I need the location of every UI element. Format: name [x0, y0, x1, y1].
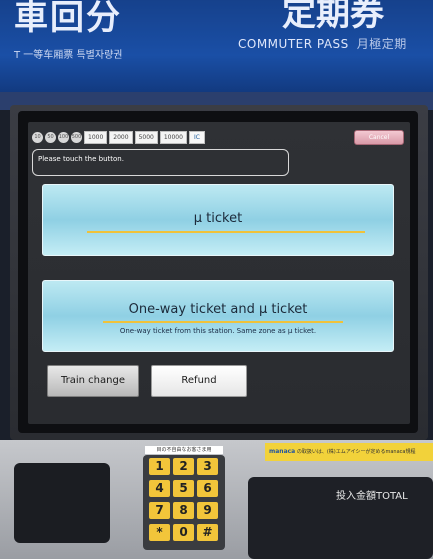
- keypad-label: 目の不自由なお客さま用: [145, 446, 223, 454]
- key-3[interactable]: 3: [197, 458, 218, 475]
- train-change-button[interactable]: Train change: [47, 365, 139, 397]
- sign-commuter-pass: COMMUTER PASS 月極定期: [238, 35, 407, 52]
- instruction-message: Please touch the button.: [32, 149, 289, 176]
- key-4[interactable]: 4: [149, 480, 170, 497]
- ic-card-badge: IC: [188, 131, 205, 144]
- accepted-payment-row: 10 50 100 500 1000 2000 5000 10000 IC: [32, 131, 205, 144]
- manaca-notice: manaca の取扱いは、(株)エムアイシーが定めるmanaca規程: [265, 443, 433, 461]
- key-6[interactable]: 6: [197, 480, 218, 497]
- sign-title-right: 定期券: [282, 0, 384, 34]
- bill-1000: 1000: [84, 131, 108, 144]
- mu-ticket-underline: [87, 231, 365, 233]
- sign-title-left: 車回分: [14, 0, 122, 38]
- bill-10000: 10000: [159, 131, 187, 144]
- oneway-underline: [103, 321, 343, 323]
- key-1[interactable]: 1: [149, 458, 170, 475]
- mu-ticket-label: μ ticket: [193, 211, 243, 226]
- ticket-slot: [14, 463, 110, 543]
- key-0[interactable]: 0: [173, 524, 194, 541]
- key-hash[interactable]: #: [197, 524, 218, 541]
- key-5[interactable]: 5: [173, 480, 194, 497]
- mu-ticket-button[interactable]: μ ticket: [42, 184, 394, 256]
- key-star[interactable]: *: [149, 524, 170, 541]
- cancel-button[interactable]: Cancel: [354, 130, 404, 145]
- sign-subtitle-left: T 一等车厢票 특별자량권: [14, 50, 123, 61]
- coin-icon: 10: [32, 132, 43, 143]
- key-7[interactable]: 7: [149, 502, 170, 519]
- coin-icon: 100: [58, 132, 69, 143]
- touch-screen: 10 50 100 500 1000 2000 5000 10000 IC Ca…: [28, 122, 410, 424]
- key-8[interactable]: 8: [173, 502, 194, 519]
- braille-keypad: 1 2 3 4 5 6 7 8 9 * 0 #: [143, 455, 225, 550]
- commuter-pass-text: COMMUTER PASS: [238, 37, 349, 51]
- manaca-text: の取扱いは、(株)エムアイシーが定めるmanaca規程: [296, 449, 416, 455]
- bill-2000: 2000: [109, 131, 133, 144]
- coin-icon: 50: [45, 132, 56, 143]
- oneway-title: One-way ticket and μ ticket: [128, 302, 308, 317]
- commuter-pass-kanji: 月極定期: [356, 37, 407, 51]
- inserted-amount-label: 投入金額TOTAL: [336, 491, 408, 502]
- key-9[interactable]: 9: [197, 502, 218, 519]
- station-sign: 車回分 T 一等车厢票 특별자량권 定期券 COMMUTER PASS 月極定期: [0, 0, 433, 92]
- manaca-logo: manaca: [269, 448, 296, 455]
- coin-icon: 500: [71, 132, 82, 143]
- oneway-description: One-way ticket from this station. Same z…: [119, 327, 317, 335]
- refund-button[interactable]: Refund: [151, 365, 247, 397]
- bill-5000: 5000: [134, 131, 158, 144]
- key-2[interactable]: 2: [173, 458, 194, 475]
- oneway-and-mu-ticket-button[interactable]: One-way ticket and μ ticket One-way tick…: [42, 280, 394, 352]
